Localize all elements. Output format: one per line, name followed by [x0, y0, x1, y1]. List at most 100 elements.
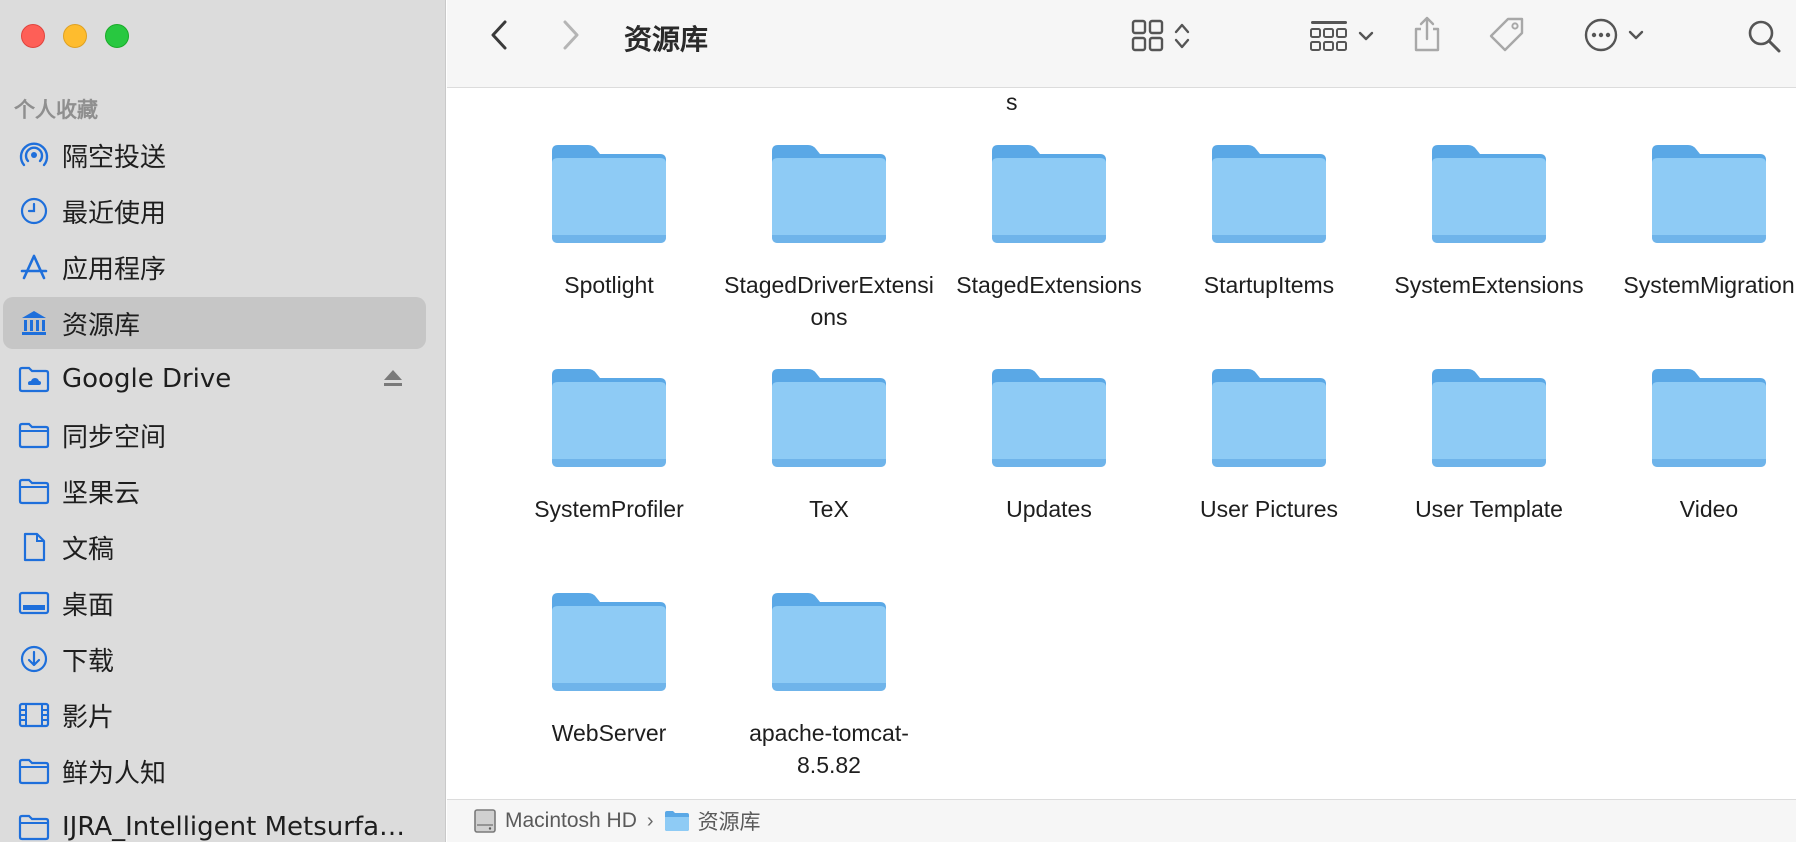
eject-icon[interactable] [382, 367, 404, 391]
folder-icon [988, 365, 1110, 469]
chevron-down-icon [1358, 31, 1374, 41]
folder-icon [1648, 365, 1770, 469]
folder-label: Video [1679, 496, 1739, 522]
sidebar-item-label: 应用程序 [62, 254, 167, 285]
folder-item[interactable]: User Pictures [1164, 365, 1374, 525]
close-button[interactable] [21, 24, 45, 48]
sidebar-item[interactable]: 最近使用 [0, 183, 446, 239]
folder-item[interactable]: SystemMigration [1604, 141, 1796, 301]
folder-item[interactable]: WebServer [504, 589, 714, 749]
folder-item[interactable]: Video [1604, 365, 1796, 525]
film-icon [18, 699, 50, 731]
share-icon [1414, 16, 1440, 52]
sidebar-item[interactable]: 下载 [0, 631, 446, 687]
folder-label: StagedExtensions [956, 272, 1142, 298]
file-grid: s Spotlight StagedDriverExtensions StagedE… [447, 89, 1796, 799]
chevron-left-icon [491, 20, 507, 50]
folder-icon [1208, 141, 1330, 245]
more-actions-button[interactable] [1577, 16, 1651, 54]
chevron-right-icon [563, 20, 579, 50]
sidebar-item[interactable]: 坚果云 [0, 463, 446, 519]
folder-item[interactable]: TeX [724, 365, 934, 525]
folder-label: User Pictures [1199, 496, 1339, 522]
sidebar: 个人收藏 隔空投送 最近使用 应用程序 资源库 Google Drive 同步空间 坚果云文… [0, 0, 446, 842]
folder-label: SystemExtensions [1394, 272, 1584, 298]
folder-label: WebServer [551, 720, 667, 746]
folder-label: SystemMigration [1623, 272, 1795, 298]
clock-icon [18, 195, 50, 227]
folder-label: apache-tomcat-8.5.82 [749, 720, 909, 778]
sidebar-item-label: IJRA_Intelligent Metsurfac... [62, 812, 412, 842]
folder-label: User Template [1415, 496, 1563, 522]
download-icon [18, 643, 50, 675]
sidebar-item[interactable]: IJRA_Intelligent Metsurfac... [0, 799, 446, 842]
sidebar-item-label: 桌面 [62, 590, 115, 621]
sidebar-item[interactable]: 应用程序 [0, 239, 446, 295]
folder-icon [768, 365, 890, 469]
folder-icon [768, 141, 890, 245]
desktop-icon [18, 587, 50, 619]
tag-button[interactable] [1487, 16, 1527, 54]
folder-icon [548, 589, 670, 693]
path-segment[interactable]: Macintosh HD [473, 808, 637, 834]
folder-icon [1648, 141, 1770, 245]
folder-item[interactable]: Spotlight [504, 141, 714, 301]
folder-item[interactable]: StagedDriverExtensions [724, 141, 934, 333]
folder-icon [548, 365, 670, 469]
sidebar-item[interactable]: 桌面 [0, 575, 446, 631]
sidebar-item[interactable]: 资源库 [0, 295, 446, 351]
folder-label: Updates [1006, 496, 1092, 522]
path-segment-label: Macintosh HD [505, 809, 637, 832]
folder-item[interactable]: User Template [1384, 365, 1594, 525]
sidebar-item-label: 文稿 [62, 534, 115, 565]
minimize-button[interactable] [63, 24, 87, 48]
sidebar-item[interactable]: Google Drive [0, 351, 446, 407]
sidebar-item[interactable]: 影片 [0, 687, 446, 743]
folder-item[interactable]: Updates [944, 365, 1154, 525]
folder-label: Spotlight [564, 272, 654, 298]
folder-icon [18, 755, 50, 787]
path-segment[interactable]: 资源库 [664, 806, 761, 836]
window-title: 资源库 [624, 23, 709, 56]
folder-item[interactable]: SystemProfiler [504, 365, 714, 525]
truncated-item-label: s [1006, 89, 1018, 115]
chevron-updown-icon [1174, 23, 1190, 49]
hard-drive-icon [473, 808, 505, 834]
view-mode-button[interactable] [1125, 18, 1197, 54]
folder-icon [18, 419, 50, 451]
folder-item[interactable]: StagedExtensions [944, 141, 1154, 301]
folder-icon [18, 811, 50, 842]
folder-icon [1428, 365, 1550, 469]
tag-icon [1489, 17, 1524, 52]
sidebar-item[interactable]: 隔空投送 [0, 127, 446, 183]
folder-item[interactable]: SystemExtensions [1384, 141, 1594, 301]
sidebar-item[interactable]: 文稿 [0, 519, 446, 575]
sidebar-list: 隔空投送最近使用应用程序资源库 Google Drive 同步空间 坚果云文稿桌面下载… [0, 127, 446, 842]
search-button[interactable] [1744, 16, 1784, 56]
folder-item[interactable]: apache-tomcat-8.5.82 [724, 589, 934, 781]
path-segment-label: 资源库 [697, 811, 761, 834]
sidebar-item-label: 隔空投送 [62, 142, 167, 173]
zoom-button[interactable] [105, 24, 129, 48]
folder-label: StagedDriverExtensions [724, 272, 934, 330]
folder-label: TeX [809, 496, 849, 522]
folder-icon [18, 475, 50, 507]
folder-icon [664, 810, 698, 832]
share-button[interactable] [1409, 14, 1445, 54]
sidebar-item[interactable]: 鲜为人知 [0, 743, 446, 799]
library-icon [18, 307, 50, 339]
folder-item[interactable]: StartupItems [1164, 141, 1374, 301]
path-bar: Macintosh HD › 资源库 [447, 799, 1796, 842]
forward-button[interactable] [556, 18, 586, 52]
folder-icon [768, 589, 890, 693]
sidebar-item-label: 鲜为人知 [62, 758, 167, 789]
group-grid-icon [1310, 21, 1347, 51]
back-button[interactable] [484, 18, 514, 52]
sidebar-item-label: 最近使用 [62, 198, 167, 229]
folder-label: SystemProfiler [534, 496, 684, 522]
document-icon [18, 531, 50, 563]
sidebar-item[interactable]: 同步空间 [0, 407, 446, 463]
group-button[interactable] [1302, 18, 1382, 54]
search-icon [1748, 20, 1781, 53]
folder-icon [1428, 141, 1550, 245]
